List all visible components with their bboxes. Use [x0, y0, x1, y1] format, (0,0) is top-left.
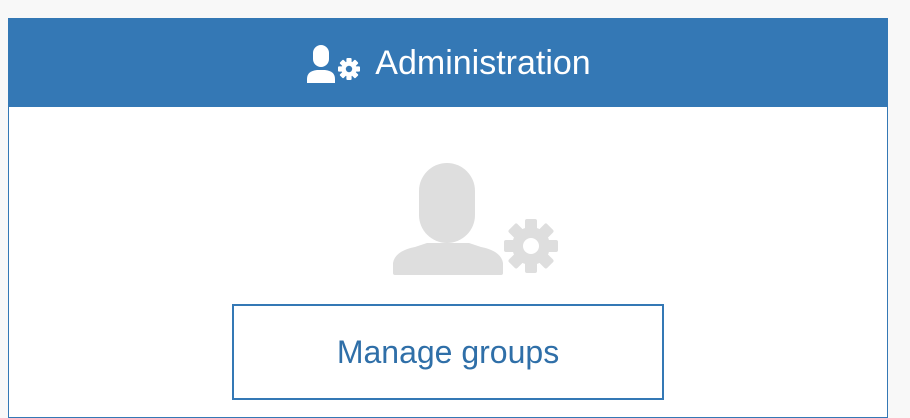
- administration-panel: Administration Manage groups: [8, 18, 888, 418]
- user-gear-icon: [391, 159, 561, 279]
- panel-header: Administration: [9, 19, 887, 107]
- page-title: Administration: [375, 44, 591, 82]
- manage-groups-button[interactable]: Manage groups: [232, 304, 664, 400]
- user-gear-icon: [305, 43, 361, 83]
